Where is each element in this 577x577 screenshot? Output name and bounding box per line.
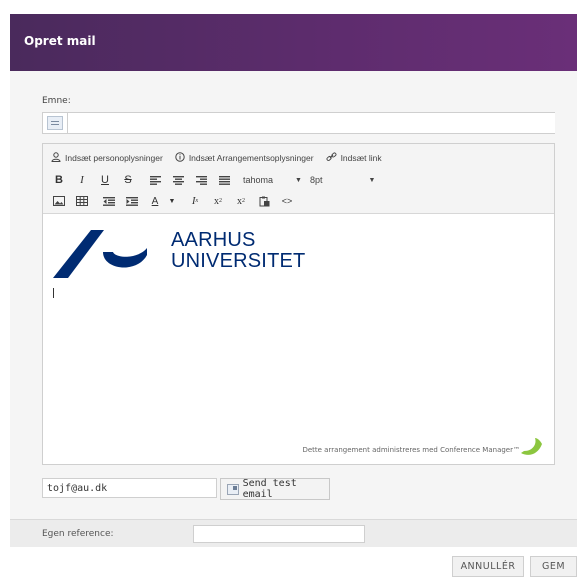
image-icon[interactable] [51,193,67,209]
insert-link-button[interactable]: Indsæt link [326,152,382,165]
superscript-icon[interactable]: x2 [233,193,249,209]
editor-content[interactable]: AARHUS UNIVERSITET Dette arrangement adm… [43,214,554,464]
align-left-icon[interactable] [147,172,163,188]
paste-icon[interactable] [256,193,272,209]
insert-event-button[interactable]: Indsæt Arrangementsoplysninger [175,151,314,165]
insert-link-label: Indsæt link [340,153,382,163]
footer-note: Dette arrangement administreres med Conf… [302,446,520,454]
link-icon [326,152,337,165]
dialog-title: Opret mail [24,34,96,48]
text-color-icon[interactable]: A [147,193,163,209]
editor-toolbar: Indsæt personoplysninger Indsæt Arrangem… [43,144,554,214]
toolbar-row-insert-media: A ▼ Ix x2 x2 <> [51,193,302,209]
insert-personal-button[interactable]: Indsæt personoplysninger [51,151,163,165]
clear-format-icon[interactable]: Ix [187,193,203,209]
font-family-select[interactable]: tahoma ▼ [243,175,302,185]
insert-personal-label: Indsæt personoplysninger [65,153,163,163]
rich-text-editor: Indsæt personoplysninger Indsæt Arrangem… [42,143,555,465]
align-justify-icon[interactable] [216,172,232,188]
source-code-icon[interactable]: <> [279,193,295,209]
logo-line-1: AARHUS [171,229,256,251]
subscript-icon[interactable]: x2 [210,193,226,209]
font-size-select[interactable]: 8pt ▼ [310,175,375,185]
email-icon [227,483,239,495]
reference-input[interactable] [193,525,365,543]
send-test-email-button[interactable]: Send test email [220,478,330,500]
reference-label: Egen reference: [42,529,114,539]
bold-button[interactable]: B [51,172,67,188]
toolbar-row-format: B I U S tahoma ▼ 8pt ▼ [51,172,383,188]
text-cursor [53,288,54,298]
table-icon[interactable] [74,193,90,209]
toolbar-row-insert: Indsæt personoplysninger Indsæt Arrangem… [51,150,394,166]
caret-down-icon: ▼ [295,176,302,184]
outdent-icon[interactable] [101,193,117,209]
align-right-icon[interactable] [193,172,209,188]
subject-label: Emne: [42,96,71,106]
caret-down-icon[interactable]: ▼ [164,193,180,209]
subject-input[interactable] [67,113,555,133]
indent-icon[interactable] [124,193,140,209]
caret-down-icon: ▼ [368,176,376,184]
dialog-header: Opret mail [10,14,577,71]
send-test-email-label: Send test email [242,478,297,500]
italic-button[interactable]: I [74,172,90,188]
cancel-button[interactable]: ANNULLÉR [452,556,524,577]
info-icon [175,151,185,165]
underline-button[interactable]: U [97,172,113,188]
save-button[interactable]: GEM [530,556,577,577]
au-logo-icon [53,230,147,278]
insert-event-label: Indsæt Arrangementsoplysninger [188,153,314,163]
au-logo-text: AARHUS UNIVERSITET [171,230,305,272]
field-icon [47,116,63,130]
person-icon [51,151,61,165]
align-center-icon[interactable] [170,172,186,188]
test-email-input[interactable] [42,478,217,498]
font-size-value: 8pt [309,175,323,185]
font-family-value: tahoma [243,175,274,185]
logo-line-2: UNIVERSITET [171,250,306,272]
strikethrough-button[interactable]: S [120,172,136,188]
conference-manager-logo-icon [521,438,542,455]
subject-field [42,112,555,134]
